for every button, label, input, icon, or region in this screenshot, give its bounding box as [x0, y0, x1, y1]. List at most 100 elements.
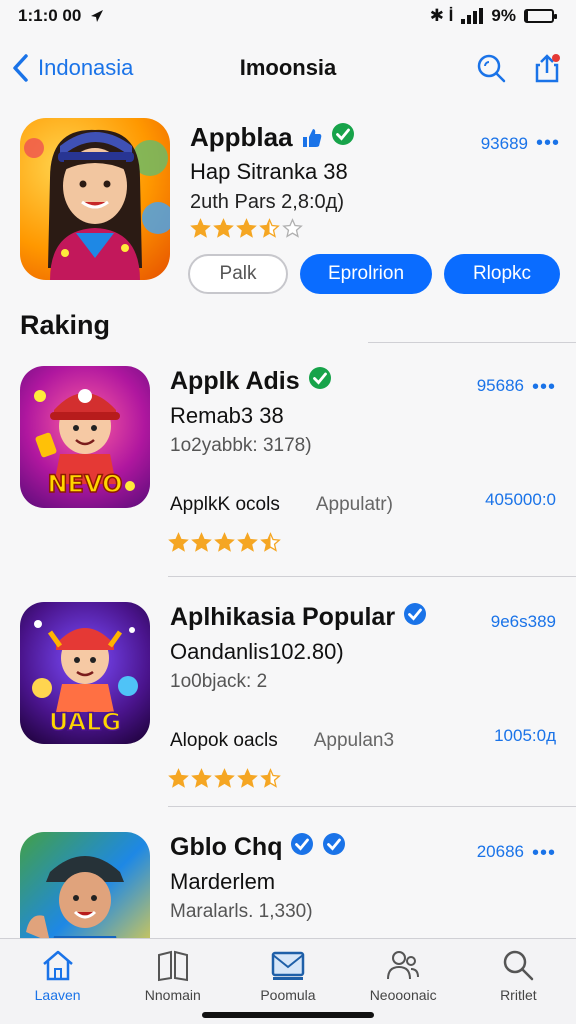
app-right-mid: 1005:0д: [494, 726, 556, 745]
back-label: Indonasia: [38, 55, 134, 80]
app-title-row: Gblo Chq: [170, 832, 470, 863]
featured-title-row: Appblaa: [190, 122, 470, 153]
app-info: Aplhikasia Popular Oandanlis102.80) 1o0b…: [170, 602, 470, 693]
star-icon: [168, 532, 189, 552]
search-icon: [504, 950, 534, 981]
app-info: Gblo Chq Marderlem Maralarls. 1,330): [170, 832, 470, 923]
app-title-row: Applk Adis: [170, 366, 470, 397]
app-icon[interactable]: [20, 832, 150, 942]
featured-buttons: Palk Eprolrion Rlopkc: [188, 254, 560, 294]
app-labels: ApplkK ocols Appulatr): [170, 494, 393, 516]
featured-right-value: 93689 •••: [481, 132, 560, 155]
app-subtitle: Marderlem: [170, 869, 276, 894]
section-title: Raking: [20, 310, 111, 340]
app-right-value: 95686 •••: [477, 376, 556, 399]
app-title-row: Aplhikasia Popular: [170, 602, 470, 633]
app-right-value: 20686 •••: [477, 842, 556, 865]
primary-button[interactable]: Eprolrion: [300, 254, 432, 294]
tab-label: Laaven: [34, 987, 81, 1003]
verified-icon: [322, 832, 346, 863]
app-title: Applk Adis: [170, 367, 300, 395]
nav-bar: Indonasia Imoonsia: [0, 44, 576, 92]
app-right-value: 9e6s389: [491, 612, 556, 632]
home-indicator: [202, 1012, 374, 1018]
app-meta: 1o0bjack: 2: [170, 671, 268, 692]
star-icon: [214, 532, 235, 552]
more-icon[interactable]: •••: [532, 376, 556, 399]
app-value-text: 9e6s389: [490, 612, 556, 631]
verified-icon: [403, 602, 427, 633]
star-icon: [282, 218, 303, 238]
star-icon: [236, 218, 257, 238]
star-icon: [237, 768, 258, 788]
app-info: Applk Adis Remab3 38 1o2yabbk: 3178): [170, 366, 470, 457]
app-label-left: ApplkK ocols: [170, 494, 280, 515]
app-value-text: 20686: [476, 842, 524, 861]
app-rating: [168, 532, 281, 553]
battery-icon: [524, 9, 557, 23]
list-item[interactable]: Gblo Chq Marderlem Maralarls. 1,330) 206…: [20, 832, 576, 942]
star-icon: [191, 532, 212, 552]
star-icon: [191, 768, 212, 788]
tab-search[interactable]: Rritlet: [463, 947, 573, 1024]
people-icon: [387, 951, 420, 980]
featured-app-title: Appblaa: [190, 122, 293, 152]
back-button[interactable]: Indonasia: [10, 53, 133, 83]
app-subtitle: Oandanlis102.80): [170, 639, 344, 664]
featured-value-text: 93689: [480, 133, 528, 153]
app-meta: 1o2yabbk: 3178): [170, 435, 312, 456]
list-item[interactable]: NEVO Applk Adis Remab3 38 1o2yabbk: 3178…: [20, 366, 576, 586]
app-label-left: Alopok oacls: [170, 730, 278, 751]
share-icon[interactable]: [532, 53, 562, 83]
app-icon-text: UALG: [49, 708, 121, 736]
tab-label: Neooonaic: [369, 987, 437, 1003]
tab-label: Poomula: [260, 987, 316, 1003]
featured-rating: [190, 218, 470, 239]
status-time: 1:1:0 00: [18, 6, 82, 25]
status-bar: 1:1:0 00 ✱ İ 9%: [0, 0, 576, 32]
featured-app-info: Appblaa Hap Sitranka 38 2uth Pars 2,8:0д…: [190, 122, 470, 239]
home-icon: [42, 950, 73, 981]
more-icon[interactable]: •••: [532, 842, 556, 865]
thumbs-up-icon: [302, 128, 321, 147]
featured-app[interactable]: Appblaa Hap Sitranka 38 2uth Pars 2,8:0д…: [20, 118, 560, 298]
section-divider: [368, 342, 576, 343]
verified-icon: [308, 366, 332, 397]
signal-icon: [461, 8, 484, 24]
book-icon: [157, 950, 188, 982]
verified-icon: [290, 832, 314, 863]
secondary-button[interactable]: Rlopkc: [444, 254, 560, 294]
chevron-left-icon: [13, 54, 28, 82]
star-icon: [190, 218, 211, 238]
star-icon: [237, 532, 258, 552]
app-title: Aplhikasia Popular: [170, 603, 396, 631]
app-icon[interactable]: UALG: [20, 602, 150, 744]
app-value-text: 95686: [476, 376, 524, 395]
app-rating: [168, 768, 281, 789]
search-icon[interactable]: [476, 53, 506, 83]
app-right-mid: 405000:0: [485, 490, 556, 509]
divider: [168, 806, 576, 807]
list-item[interactable]: UALG Aplhikasia Popular Oandanlis102.80)…: [20, 602, 576, 822]
battery-percent: 9%: [491, 6, 516, 25]
tab-home[interactable]: Laaven: [3, 947, 113, 1024]
app-labels: Alopok oacls Appulan3: [170, 730, 394, 752]
mail-icon: [271, 951, 305, 980]
outline-button[interactable]: Palk: [188, 254, 288, 294]
app-subtitle: Remab3 38: [170, 403, 284, 428]
divider: [168, 576, 576, 577]
more-icon[interactable]: •••: [536, 132, 560, 155]
status-right: ✱ İ 9%: [429, 6, 557, 26]
status-glyphs: ✱ İ: [429, 6, 454, 25]
star-icon: [213, 218, 234, 238]
app-icon[interactable]: NEVO: [20, 366, 150, 508]
app-label-right: Appulatr): [315, 494, 393, 515]
featured-app-icon[interactable]: [20, 118, 170, 280]
star-icon: [260, 532, 281, 552]
app-icon-text: NEVO: [47, 470, 122, 498]
tab-label: Nnomain: [144, 987, 201, 1003]
star-icon: [214, 768, 235, 788]
star-icon: [260, 768, 281, 788]
tab-label: Rritlet: [500, 987, 537, 1003]
featured-app-subtitle: Hap Sitranka 38: [190, 159, 348, 184]
